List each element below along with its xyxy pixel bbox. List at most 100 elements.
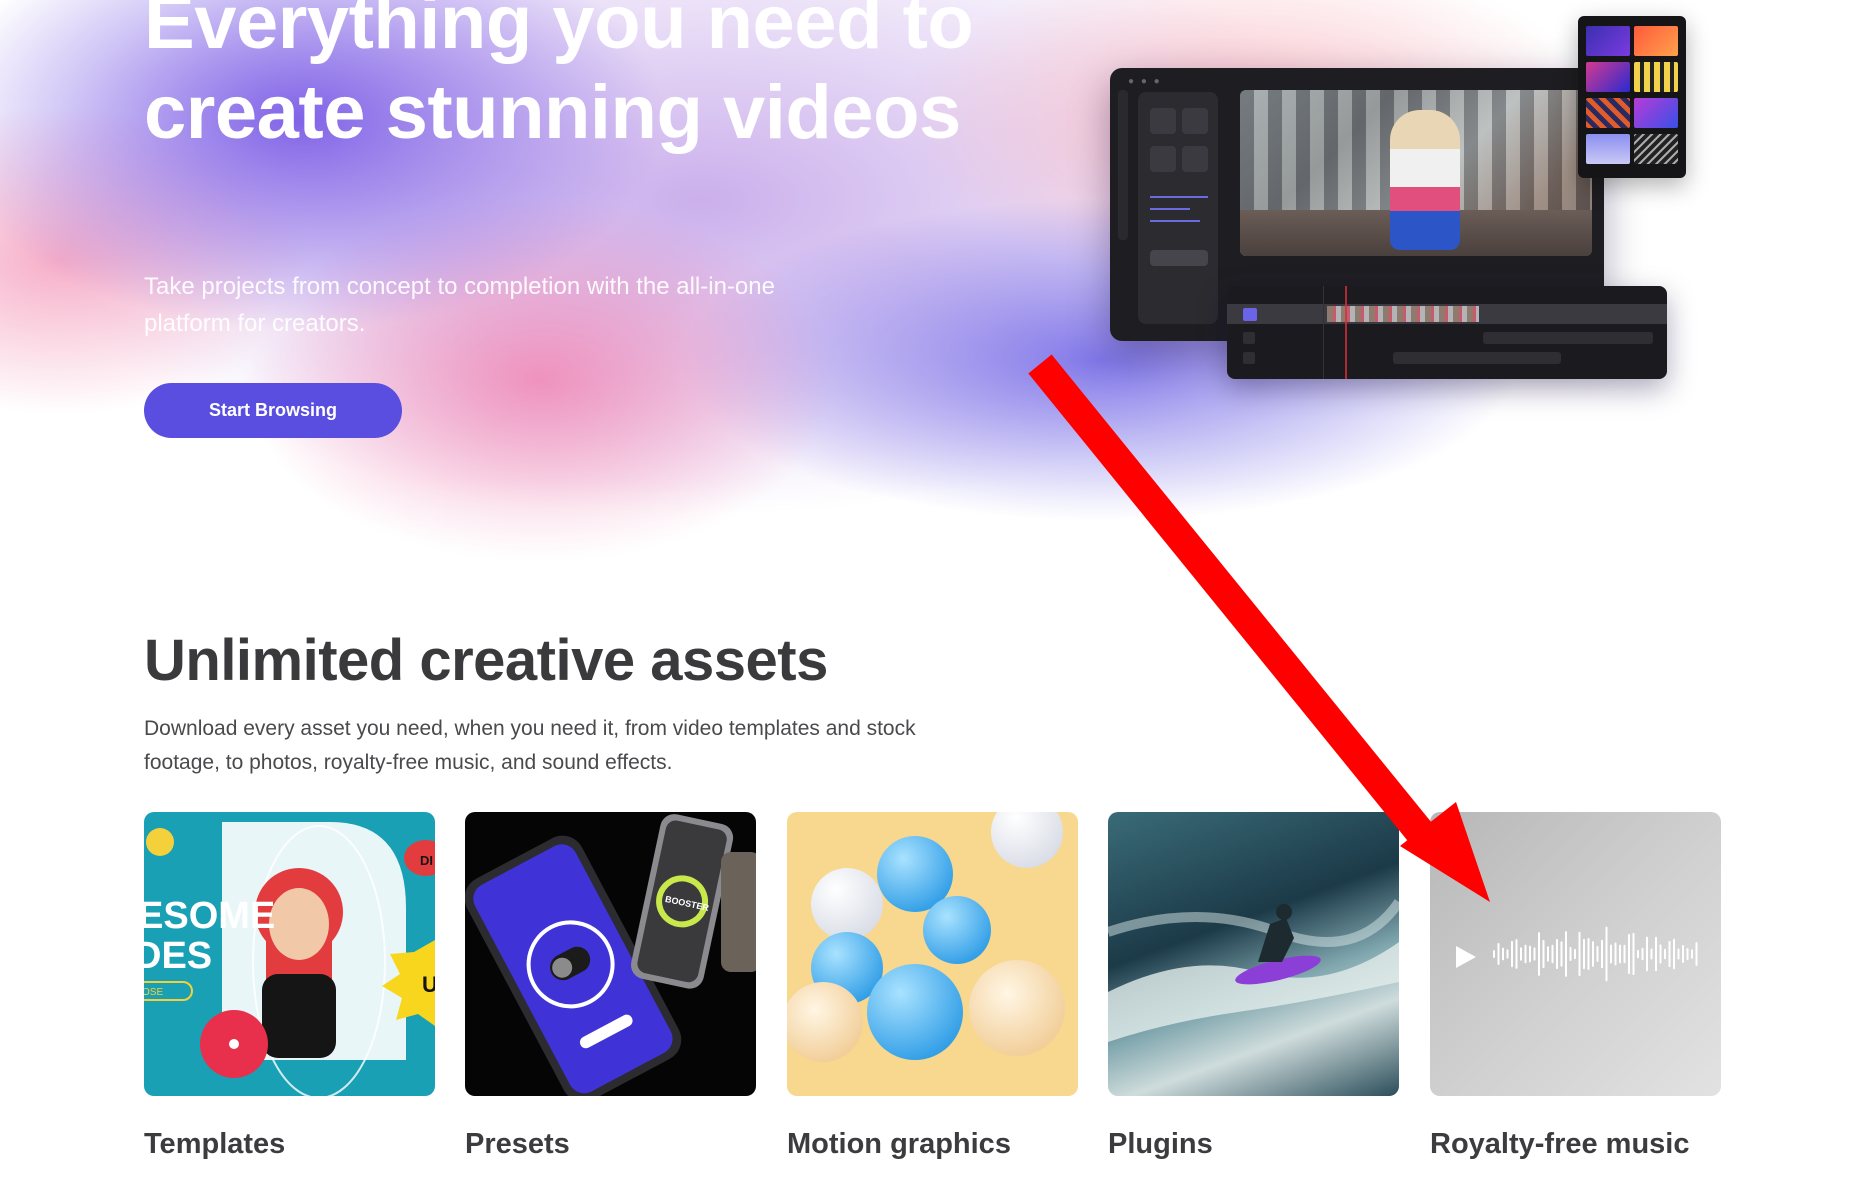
waveform-bar: [1574, 948, 1576, 960]
waveform-bar: [1587, 937, 1590, 971]
plugins-label[interactable]: Plugins: [1108, 1124, 1213, 1164]
waveform-bar: [1520, 947, 1522, 961]
templates-image-text: U: [422, 972, 435, 997]
waveform-bar: [1614, 942, 1617, 966]
waveform-bar: [1610, 944, 1612, 964]
waveform-bar: [1578, 931, 1581, 977]
waveform-bar: [1650, 948, 1653, 960]
waveform-bar: [1601, 939, 1603, 969]
waveform-bar: [1556, 938, 1558, 970]
waveform-bar: [1542, 939, 1545, 969]
presets-card[interactable]: BOOSTER: [465, 812, 756, 1096]
panel-slider: [1150, 208, 1190, 210]
templates-image-text: ESOME: [144, 895, 275, 937]
templates-label[interactable]: Templates: [144, 1124, 285, 1164]
waveform-bar: [1493, 950, 1495, 958]
waveform-bar: [1524, 944, 1527, 964]
track-marker: [1243, 352, 1255, 364]
panel-tile: [1150, 108, 1176, 134]
start-browsing-button[interactable]: Start Browsing: [144, 383, 402, 438]
waveform-bar: [1668, 940, 1671, 968]
waveform-bar: [1655, 936, 1657, 972]
waveform-bar: [1686, 948, 1689, 960]
editor-rail: [1118, 90, 1128, 240]
video-person: [1390, 110, 1460, 250]
waveform-bar: [1569, 946, 1572, 962]
timeline-gap: [1483, 332, 1653, 344]
playhead: [1345, 286, 1347, 379]
waveform-bar: [1641, 947, 1644, 961]
waveform-bar: [1659, 944, 1662, 964]
motion-graphics-thumbnail: [787, 812, 1065, 1062]
track-marker: [1243, 308, 1257, 321]
templates-thumbnail: ESOME DES OSE DI U: [144, 822, 435, 1096]
thumbnail: [1586, 26, 1630, 56]
waveform-bar: [1695, 942, 1698, 966]
presets-thumbnail: BOOSTER: [465, 814, 756, 1096]
waveform-bar: [1502, 947, 1504, 961]
timeline-divider: [1323, 286, 1324, 379]
thumbnail: [1586, 134, 1630, 164]
hero-title: Everything you need to create stunning v…: [144, 0, 974, 155]
waveform-bar: [1533, 947, 1536, 961]
thumbnail: [1634, 98, 1678, 128]
waveform-bar: [1682, 944, 1684, 964]
waveform-bar: [1673, 938, 1675, 970]
waveform-bar: [1623, 944, 1626, 964]
thumbnail: [1634, 134, 1678, 164]
timeline-clip: [1327, 306, 1479, 322]
waveform-bar: [1497, 943, 1500, 965]
timeline-gap: [1393, 352, 1561, 364]
audio-waveform-icon: [1493, 926, 1698, 982]
waveform-bar: [1506, 949, 1509, 959]
panel-tile: [1150, 146, 1176, 172]
waveform-bar: [1646, 936, 1648, 972]
waveform-bar: [1538, 932, 1540, 976]
editor-timeline: [1227, 286, 1667, 379]
waveform-bar: [1551, 944, 1554, 964]
thumbnail: [1634, 26, 1678, 56]
hero-subtitle: Take projects from concept to completion…: [144, 273, 775, 337]
templates-card[interactable]: ESOME DES OSE DI U: [144, 812, 435, 1096]
waveform-bar: [1529, 945, 1531, 963]
waveform-bar: [1691, 949, 1693, 959]
panel-slider: [1150, 196, 1208, 198]
presets-label[interactable]: Presets: [465, 1124, 570, 1164]
waveform-bar: [1664, 948, 1666, 960]
thumbnail: [1634, 62, 1678, 92]
royalty-free-music-label[interactable]: Royalty-free music: [1430, 1124, 1690, 1164]
editor-side-panel: [1138, 92, 1218, 324]
waveform-bar: [1619, 944, 1621, 964]
waveform-bar: [1677, 948, 1680, 960]
template-thumbnails: [1578, 16, 1686, 178]
templates-image-text: DES: [144, 935, 212, 977]
waveform-bar: [1547, 946, 1549, 962]
plugins-thumbnail: [1108, 899, 1399, 1042]
waveform-bar: [1605, 926, 1608, 982]
waveform-bar: [1515, 939, 1518, 969]
panel-tile: [1182, 146, 1208, 172]
panel-button: [1150, 250, 1208, 266]
panel-slider: [1150, 220, 1200, 222]
waveform-bar: [1628, 933, 1630, 975]
section-title: Unlimited creative assets: [144, 628, 828, 693]
waveform-bar: [1637, 949, 1639, 959]
waveform-bar: [1511, 940, 1513, 968]
waveform-bar: [1583, 938, 1585, 970]
waveform-bar: [1565, 931, 1567, 977]
templates-image-text: OSE: [144, 987, 163, 998]
templates-image-text: DI: [420, 853, 433, 868]
play-icon[interactable]: [1452, 944, 1478, 970]
window-dots-icon: ● ● ●: [1128, 76, 1162, 87]
video-preview: [1240, 90, 1592, 256]
waveform-bar: [1592, 941, 1594, 967]
plugins-card[interactable]: [1108, 812, 1399, 1096]
panel-tile: [1182, 108, 1208, 134]
thumbnail: [1586, 62, 1630, 92]
motion-graphics-label[interactable]: Motion graphics: [787, 1124, 1011, 1164]
waveform-bar: [1596, 945, 1599, 963]
waveform-bar: [1560, 941, 1563, 967]
thumbnail: [1586, 98, 1630, 128]
motion-graphics-card[interactable]: [787, 812, 1078, 1096]
waveform-bar: [1632, 932, 1635, 976]
